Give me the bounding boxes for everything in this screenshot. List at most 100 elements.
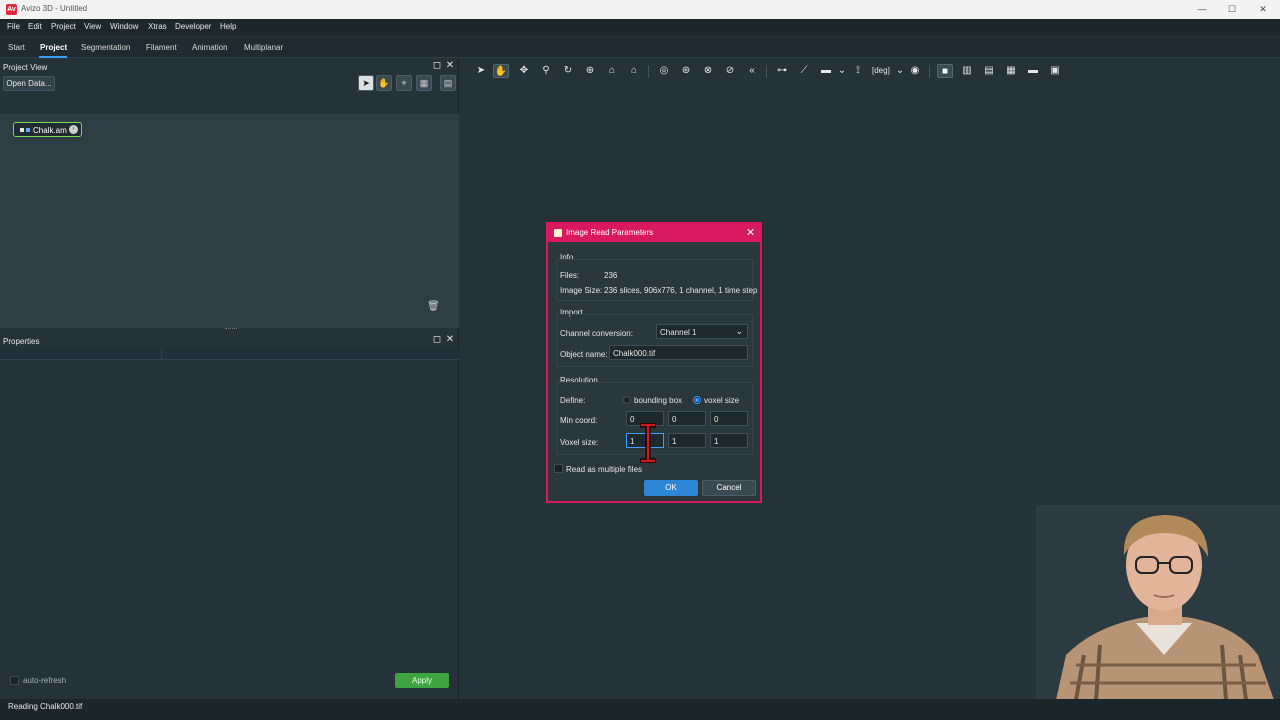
view-all-icon[interactable]: ◎ bbox=[656, 64, 672, 78]
voxel-size-option-label: voxel size bbox=[704, 396, 740, 405]
min-coord-z-field[interactable]: 0 bbox=[710, 411, 748, 426]
layout-two-columns-icon[interactable]: ▥ bbox=[959, 64, 975, 78]
layout-four-icon[interactable]: ▦ bbox=[1003, 64, 1019, 78]
window-title: Avizo 3D - Untitled bbox=[21, 4, 88, 13]
voxel-size-x-value: 1 bbox=[630, 437, 635, 446]
camera-orbit-icon[interactable]: ⊛ bbox=[678, 64, 694, 78]
colormap-tool-icon[interactable]: ▦ bbox=[416, 75, 432, 91]
select-pointer-icon[interactable]: ➤ bbox=[358, 75, 374, 91]
maximize-panel-icon[interactable]: ◻ bbox=[431, 334, 443, 346]
channel-conversion-select[interactable]: Channel 1 ⌄ bbox=[656, 324, 748, 339]
menu-view[interactable]: View bbox=[84, 22, 101, 31]
close-window-button[interactable]: ✕ bbox=[1255, 2, 1271, 16]
pick-icon[interactable]: ⟟ bbox=[850, 64, 866, 78]
image-size-label: Image Size: bbox=[560, 286, 603, 295]
rotate-icon[interactable]: ↻ bbox=[560, 64, 576, 78]
ruler-icon[interactable]: ▬ bbox=[818, 64, 834, 78]
panel-splitter[interactable] bbox=[225, 328, 237, 331]
voxel-size-radio[interactable] bbox=[693, 396, 701, 404]
voxel-size-z-value: 1 bbox=[714, 437, 719, 446]
menu-help[interactable]: Help bbox=[220, 22, 236, 31]
interact-hand-icon[interactable]: ✋ bbox=[493, 64, 509, 78]
object-name-field[interactable]: Chalk000.tif bbox=[609, 345, 748, 360]
minimize-button[interactable]: — bbox=[1194, 2, 1210, 16]
text-cursor-icon bbox=[640, 423, 656, 463]
column-divider[interactable] bbox=[161, 348, 162, 360]
read-multiple-label: Read as multiple files bbox=[566, 465, 643, 474]
close-panel-icon[interactable]: ✕ bbox=[444, 60, 456, 72]
files-label: Files: bbox=[560, 271, 580, 280]
layout-single-icon[interactable]: ■ bbox=[937, 64, 953, 78]
trash-icon[interactable]: 🗑 bbox=[427, 301, 440, 313]
measure-icon[interactable]: ⟋ bbox=[796, 64, 812, 78]
viewer-toolbar: ➤ ✋ ✥ ⚲ ↻ ⊕ ⌂ ⌂ ◎ ⊛ ⊗ ⊘ « ⊶ ⟋ ▬ ⌄ ⟟ [deg… bbox=[461, 59, 1280, 83]
cancel-button[interactable]: Cancel bbox=[702, 480, 756, 496]
align-view-icon[interactable]: « bbox=[744, 64, 760, 78]
read-multiple-checkbox[interactable] bbox=[554, 464, 563, 473]
layout-wide-icon[interactable]: ▬ bbox=[1025, 64, 1041, 78]
snapshot-camera-icon[interactable]: ◉ bbox=[907, 64, 923, 78]
tab-segmentation[interactable]: Segmentation bbox=[81, 43, 130, 52]
title-bar: Av Avizo 3D - Untitled — ☐ ✕ bbox=[0, 0, 1280, 19]
voxel-size-y-field[interactable]: 1 bbox=[668, 433, 706, 448]
channel-conversion-value: Channel 1 bbox=[660, 328, 697, 337]
seek-icon[interactable]: ⊕ bbox=[582, 64, 598, 78]
layout-tool-icon[interactable]: ▤ bbox=[440, 75, 456, 91]
object-name-value: Chalk000.tif bbox=[613, 349, 656, 358]
active-tab-indicator bbox=[39, 56, 67, 58]
layout-two-rows-icon[interactable]: ▤ bbox=[981, 64, 997, 78]
maximize-panel-icon[interactable]: ◻ bbox=[431, 60, 443, 72]
files-value: 236 bbox=[604, 271, 618, 280]
chevron-down-icon[interactable]: ⌄ bbox=[892, 64, 908, 78]
stereo-glasses-icon[interactable]: ⊶ bbox=[774, 64, 790, 78]
layout-settings-icon[interactable]: ▣ bbox=[1047, 64, 1063, 78]
apply-button[interactable]: Apply bbox=[395, 673, 449, 688]
translate-icon[interactable]: ✥ bbox=[516, 64, 532, 78]
close-panel-icon[interactable]: ✕ bbox=[444, 334, 456, 346]
voxel-size-label: Voxel size: bbox=[560, 438, 599, 447]
rotate-view-icon[interactable]: ⊗ bbox=[700, 64, 716, 78]
connect-tool-icon[interactable]: ⌖ bbox=[396, 75, 412, 91]
data-node-chalk[interactable]: Chalk.am › bbox=[13, 122, 82, 137]
tab-animation[interactable]: Animation bbox=[192, 43, 228, 52]
angle-unit-selector[interactable]: [deg] bbox=[872, 66, 890, 75]
min-coord-y-field[interactable]: 0 bbox=[668, 411, 706, 426]
data-node-label: Chalk.am bbox=[33, 126, 67, 135]
set-home-icon[interactable]: ⌂ bbox=[626, 64, 642, 78]
voxel-size-z-field[interactable]: 1 bbox=[710, 433, 748, 448]
channel-conversion-label: Channel conversion: bbox=[560, 329, 633, 338]
tab-start[interactable]: Start bbox=[8, 43, 25, 52]
project-graph-canvas[interactable] bbox=[0, 114, 459, 328]
menu-developer[interactable]: Developer bbox=[175, 22, 211, 31]
dialog-close-icon[interactable]: ✕ bbox=[746, 226, 755, 239]
properties-header: Properties ◻ ✕ bbox=[0, 334, 459, 348]
menu-edit[interactable]: Edit bbox=[28, 22, 42, 31]
menu-xtras[interactable]: Xtras bbox=[148, 22, 167, 31]
min-coord-x-value: 0 bbox=[630, 415, 635, 424]
menu-project[interactable]: Project bbox=[51, 22, 76, 31]
pointer-icon[interactable]: ➤ bbox=[473, 64, 489, 78]
presenter-video-image bbox=[1036, 505, 1280, 700]
chevron-down-icon: ⌄ bbox=[735, 326, 743, 336]
dialog-title: Image Read Parameters bbox=[566, 228, 654, 237]
zoom-icon[interactable]: ⚲ bbox=[538, 64, 554, 78]
open-data-button[interactable]: Open Data... bbox=[3, 76, 55, 91]
tab-filament[interactable]: Filament bbox=[146, 43, 177, 52]
tab-multiplanar[interactable]: Multiplanar bbox=[244, 43, 283, 52]
hand-tool-icon[interactable]: ✋ bbox=[376, 75, 392, 91]
object-name-label: Object name: bbox=[560, 350, 608, 359]
bounding-box-radio[interactable] bbox=[623, 396, 631, 404]
spin-view-icon[interactable]: ⊘ bbox=[722, 64, 738, 78]
node-menu-icon[interactable]: › bbox=[69, 125, 78, 134]
menu-window[interactable]: Window bbox=[110, 22, 138, 31]
ok-button[interactable]: OK bbox=[644, 480, 698, 496]
status-text: Reading Chalk000.tif bbox=[8, 702, 83, 711]
project-view-title: Project View bbox=[3, 63, 48, 72]
chevron-down-icon[interactable]: ⌄ bbox=[834, 64, 850, 78]
auto-refresh-checkbox[interactable] bbox=[10, 676, 19, 685]
maximize-button[interactable]: ☐ bbox=[1224, 2, 1240, 16]
tab-project[interactable]: Project bbox=[40, 43, 67, 52]
menu-file[interactable]: File bbox=[7, 22, 20, 31]
min-coord-y-value: 0 bbox=[672, 415, 677, 424]
home-icon[interactable]: ⌂ bbox=[604, 64, 620, 78]
